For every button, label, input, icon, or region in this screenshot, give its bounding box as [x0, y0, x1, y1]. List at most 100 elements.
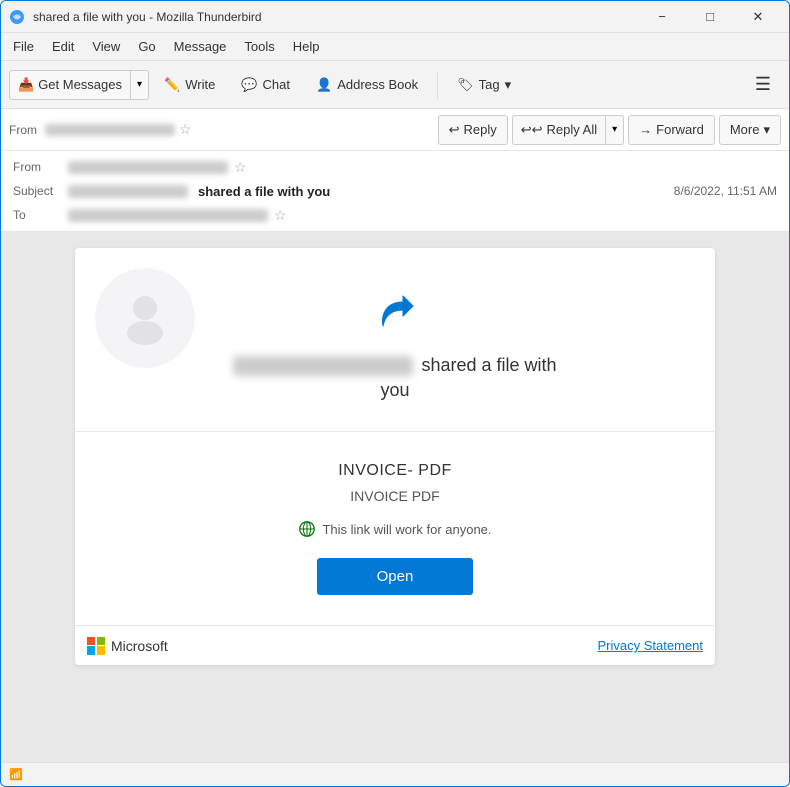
globe-icon: [298, 520, 316, 538]
address-book-button[interactable]: 👤 Address Book: [305, 67, 429, 103]
get-messages-icon: 📥: [18, 77, 34, 93]
message-text: shared a file with: [421, 355, 556, 376]
recipient-star[interactable]: ☆: [274, 207, 287, 224]
from-row: From ☆: [13, 155, 777, 179]
wifi-icon: 📶: [9, 768, 23, 781]
get-messages-dropdown[interactable]: ▾: [131, 71, 148, 99]
address-book-icon: 👤: [316, 77, 332, 93]
menu-file[interactable]: File: [5, 35, 42, 58]
address-book-label: Address Book: [337, 77, 418, 92]
to-value: ☆: [68, 207, 777, 224]
forward-icon: →: [639, 122, 652, 137]
share-icon: [371, 288, 419, 336]
message-you: you: [380, 380, 409, 401]
email-card-top: shared a file with you: [75, 248, 715, 432]
get-messages-label: Get Messages: [38, 77, 122, 92]
subject-row: Subject shared a file with you 8/6/2022,…: [13, 179, 777, 203]
tag-button[interactable]: 🏷 Tag ▾: [446, 67, 522, 103]
menu-message[interactable]: Message: [166, 35, 235, 58]
link-notice-text: This link will work for anyone.: [322, 522, 491, 537]
email-content-area: riskco: [1, 232, 789, 762]
status-bar: 📶: [1, 762, 789, 786]
from-label-inline: From: [9, 123, 37, 137]
from-label: From: [13, 160, 68, 174]
menu-bar: File Edit View Go Message Tools Help: [1, 33, 789, 61]
menu-tools[interactable]: Tools: [236, 35, 282, 58]
privacy-statement-link[interactable]: Privacy Statement: [598, 638, 704, 653]
ms-blue: [87, 646, 95, 654]
chat-label: Chat: [263, 77, 290, 92]
email-card: shared a file with you INVOICE- PDF INVO…: [75, 248, 715, 665]
email-metadata: From ☆ Subject shared a file with you 8/…: [1, 151, 789, 232]
reply-label: Reply: [464, 122, 497, 137]
forward-label: Forward: [656, 122, 704, 137]
to-row: To ☆: [13, 203, 777, 227]
microsoft-logo: Microsoft: [87, 637, 168, 655]
minimize-button[interactable]: −: [639, 1, 685, 33]
chat-icon: 💬: [241, 77, 257, 93]
menu-view[interactable]: View: [84, 35, 128, 58]
to-label: To: [13, 208, 68, 222]
tag-dropdown-icon: ▾: [505, 77, 512, 93]
sender-message-line: shared a file with: [233, 355, 556, 376]
window-controls: − □ ✕: [639, 1, 781, 33]
sender-email-blurred: [68, 161, 228, 174]
ms-yellow: [97, 646, 105, 654]
email-date: 8/6/2022, 11:51 AM: [674, 184, 777, 198]
email-card-footer: Microsoft Privacy Statement: [75, 625, 715, 665]
get-messages-control: 📥 Get Messages ▾: [9, 70, 149, 100]
ms-red: [87, 637, 95, 645]
reply-all-control: ↩↩ Reply All ▾: [512, 115, 624, 145]
window-title: shared a file with you - Mozilla Thunder…: [33, 10, 639, 24]
subject-text: shared a file with you: [198, 184, 330, 199]
more-dropdown-icon: ▾: [763, 122, 770, 138]
reply-button[interactable]: ↩ Reply: [438, 115, 508, 145]
ms-grid-icon: [87, 637, 105, 655]
reply-all-label: Reply All: [547, 122, 598, 137]
toolbar-separator: [437, 71, 438, 99]
menu-edit[interactable]: Edit: [44, 35, 82, 58]
subject-label: Subject: [13, 184, 68, 198]
reply-all-button[interactable]: ↩↩ Reply All: [513, 116, 606, 144]
subject-sender-blurred: [68, 185, 188, 198]
from-value-blurred: [45, 124, 175, 136]
write-icon: ✏️: [164, 77, 180, 93]
app-icon: [9, 9, 25, 25]
from-value: ☆: [68, 159, 777, 176]
more-button[interactable]: More ▾: [719, 115, 781, 145]
open-button[interactable]: Open: [317, 558, 474, 595]
tag-icon: 🏷: [457, 77, 474, 93]
maximize-button[interactable]: □: [687, 1, 733, 33]
invoice-title: INVOICE- PDF: [338, 462, 452, 480]
close-button[interactable]: ✕: [735, 1, 781, 33]
forward-button[interactable]: → Forward: [628, 115, 715, 145]
tag-label: Tag: [479, 77, 500, 92]
email-actions-bar: From ☆ ↩ Reply ↩↩ Reply All ▾ → Forward …: [1, 109, 789, 151]
link-notice: This link will work for anyone.: [298, 520, 491, 538]
sender-name-blurred: [233, 356, 413, 376]
main-window: shared a file with you - Mozilla Thunder…: [0, 0, 790, 787]
reply-icon: ↩: [449, 122, 460, 138]
write-button[interactable]: ✏️ Write: [153, 67, 226, 103]
main-toolbar: 📥 Get Messages ▾ ✏️ Write 💬 Chat 👤 Addre…: [1, 61, 789, 109]
share-icon-container: [371, 288, 419, 339]
from-star-icon[interactable]: ☆: [179, 121, 192, 138]
sender-star[interactable]: ☆: [234, 159, 247, 176]
microsoft-label: Microsoft: [111, 638, 168, 654]
recipient-email-blurred: [68, 209, 268, 222]
reply-all-dropdown[interactable]: ▾: [606, 116, 623, 144]
more-label: More: [730, 122, 760, 137]
invoice-subtitle: INVOICE PDF: [350, 488, 439, 504]
title-bar: shared a file with you - Mozilla Thunder…: [1, 1, 789, 33]
write-label: Write: [185, 77, 215, 92]
email-card-bottom: INVOICE- PDF INVOICE PDF This link will …: [75, 432, 715, 625]
menu-go[interactable]: Go: [130, 35, 163, 58]
ms-green: [97, 637, 105, 645]
hamburger-menu-button[interactable]: ☰: [745, 67, 781, 103]
reply-all-icon: ↩↩: [521, 122, 543, 138]
subject-value: shared a file with you: [68, 184, 674, 199]
get-messages-button[interactable]: 📥 Get Messages: [10, 71, 131, 99]
avatar-watermark: [95, 268, 195, 368]
menu-help[interactable]: Help: [285, 35, 328, 58]
chat-button[interactable]: 💬 Chat: [230, 67, 301, 103]
